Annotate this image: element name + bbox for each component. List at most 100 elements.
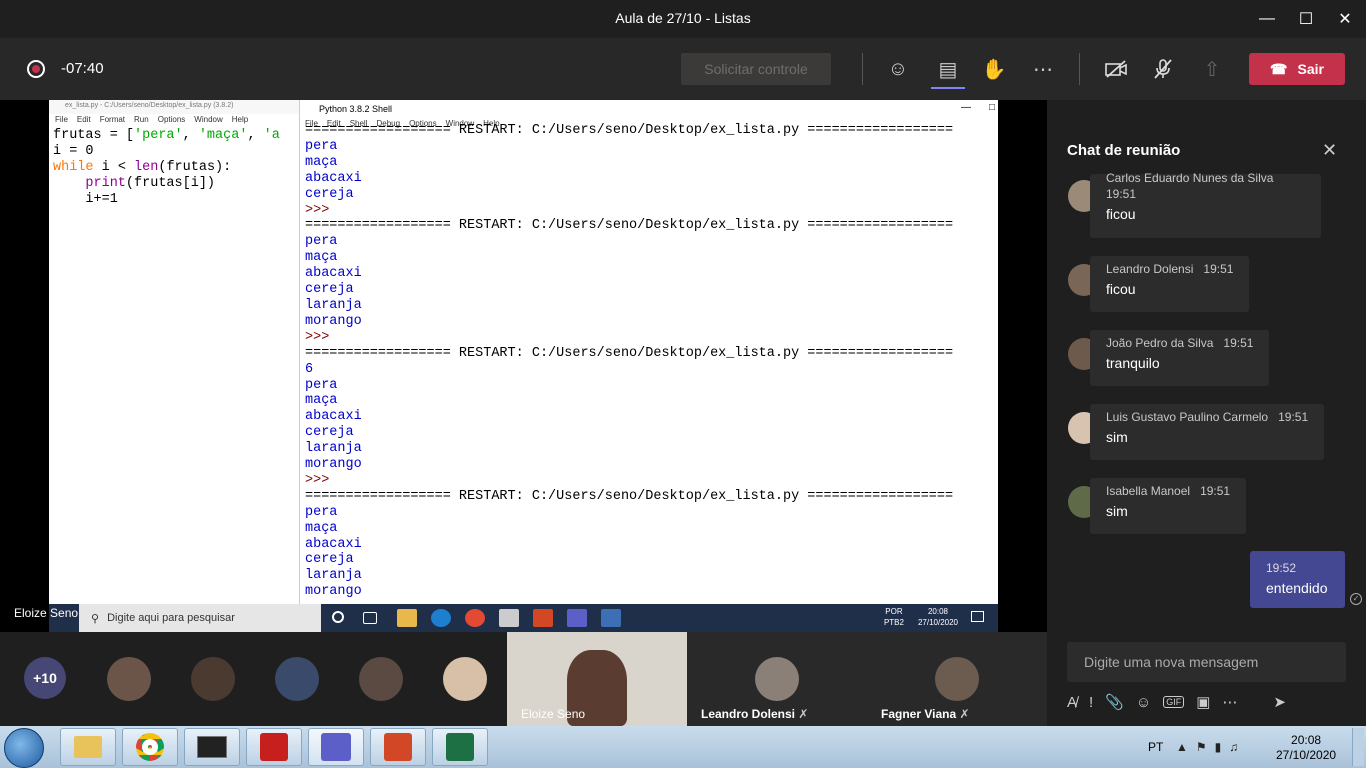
taskbar-cmd-button[interactable] [184, 728, 240, 766]
taskbar-acrobat-button[interactable] [246, 728, 302, 766]
participant-avatar[interactable] [275, 657, 319, 701]
participants-icon[interactable]: ☺ [883, 55, 913, 83]
chat-message: Isabella Manoel 19:51 sim [1090, 478, 1247, 534]
output-line: maça [305, 250, 338, 266]
taskbar-clock[interactable]: 20:08 27/10/2020 [1276, 733, 1336, 763]
important-icon[interactable]: ! [1089, 694, 1093, 711]
teams-icon[interactable] [567, 609, 587, 627]
request-control-button[interactable]: Solicitar controle [681, 53, 831, 85]
title-bar: Aula de 27/10 - Listas — ☐ ✕ [0, 0, 1366, 38]
shell-output[interactable]: ================== RESTART: C:/Users/sen… [301, 123, 998, 600]
editor-menu-run[interactable]: Run [134, 115, 149, 127]
output-line: maça [305, 520, 338, 536]
powerpoint-icon[interactable] [533, 609, 553, 627]
clock-time: 20:08 [1291, 733, 1322, 747]
editor-menu-window[interactable]: Window [194, 115, 222, 127]
more-participants-badge[interactable]: +10 [24, 657, 66, 699]
attach-icon[interactable]: 📎 [1105, 693, 1124, 711]
volume-icon[interactable]: ♫ [1229, 740, 1238, 754]
participant-avatar[interactable] [359, 657, 403, 701]
sticker-icon[interactable]: ▣ [1196, 693, 1210, 711]
powerpoint-icon [384, 733, 412, 761]
shell-minimize-icon[interactable]: — [961, 102, 971, 113]
output-line: cereja [305, 552, 354, 568]
taskbar-explorer-button[interactable] [60, 728, 116, 766]
edge-icon[interactable] [431, 609, 451, 627]
message-author: Isabella Manoel [1106, 484, 1191, 498]
shared-search-box[interactable]: ⚲ Digite aqui para pesquisar [79, 604, 321, 632]
camera-off-icon[interactable] [1101, 55, 1131, 83]
taskbar-powerpoint-button[interactable] [370, 728, 426, 766]
message-time: 19:51 [1200, 484, 1231, 498]
compose-message-input[interactable]: Digite uma nova mensagem [1067, 642, 1346, 682]
chat-panel: Chat de reunião ✕ Carlos Eduardo Nunes d… [1047, 100, 1366, 726]
send-icon[interactable]: ➤ [1273, 693, 1286, 711]
mic-off-icon[interactable] [1148, 55, 1178, 83]
emoji-icon[interactable]: ☺ [1136, 694, 1151, 711]
more-options-icon[interactable]: ⋯ [1028, 55, 1058, 83]
chat-message: João Pedro da Silva 19:51 tranquilo [1090, 330, 1270, 386]
search-placeholder: Digite aqui para pesquisar [107, 612, 235, 624]
idle-editor-window: ex_lista.py - C:/Users/seno/Desktop/ex_l… [49, 100, 300, 604]
message-author: Carlos Eduardo Nunes da Silva [1106, 171, 1274, 185]
network-icon[interactable]: ▮ [1215, 740, 1222, 754]
folder-icon [74, 736, 102, 758]
chrome-icon[interactable] [465, 609, 485, 627]
editor-menu-format[interactable]: Format [100, 115, 125, 127]
seen-check-icon: ✓ [1350, 593, 1362, 605]
file-explorer-icon[interactable] [397, 609, 417, 627]
show-hidden-icons-icon[interactable]: ▲ [1176, 740, 1188, 754]
participant-avatar[interactable] [107, 657, 151, 701]
participant-avatar[interactable] [443, 657, 487, 701]
editor-title: ex_lista.py - C:/Users/seno/Desktop/ex_l… [49, 100, 299, 114]
chat-title: Chat de reunião [1067, 142, 1181, 159]
more-compose-icon[interactable]: ⋯ [1222, 693, 1237, 711]
avatar [935, 657, 979, 701]
close-chat-icon[interactable]: ✕ [1322, 140, 1337, 161]
code-editor[interactable]: frutas = ['pera', 'maça', 'a i = 0 while… [49, 128, 299, 208]
cortana-icon[interactable] [332, 611, 344, 623]
message-time: 19:52 [1266, 561, 1297, 575]
message-author: Leandro Dolensi [1106, 262, 1194, 276]
close-icon[interactable]: ✕ [1322, 0, 1366, 38]
leave-button[interactable]: ☎ Sair [1249, 53, 1345, 85]
chat-icon[interactable]: ▤ [933, 55, 963, 83]
shell-maximize-icon[interactable]: □ [989, 102, 995, 113]
terminal-icon [197, 736, 227, 758]
editor-menubar: File Edit Format Run Options Window Help [49, 114, 299, 128]
output-line: abacaxi [305, 409, 362, 425]
output-line: abacaxi [305, 536, 362, 552]
hang-up-icon: ☎ [1270, 60, 1288, 77]
idle-icon[interactable] [601, 609, 621, 627]
flag-icon[interactable]: ⚑ [1196, 740, 1207, 754]
taskbar-teams-button[interactable] [308, 728, 364, 766]
format-icon[interactable]: A̸ [1067, 694, 1077, 711]
editor-menu-options[interactable]: Options [158, 115, 186, 127]
output-line: cereja [305, 425, 354, 441]
meeting-timer: -07:40 [61, 60, 104, 77]
gif-icon[interactable]: GIF [1163, 696, 1185, 708]
message-text: ficou [1106, 281, 1136, 297]
task-view-icon[interactable] [363, 612, 377, 624]
my-chat-message: 19:52 entendido [1250, 551, 1345, 608]
taskbar-chrome-button[interactable] [122, 728, 178, 766]
participant-tile[interactable]: Fagner Viana ✗ [867, 632, 1047, 726]
taskbar-excel-button[interactable] [432, 728, 488, 766]
editor-menu-help[interactable]: Help [232, 115, 248, 127]
editor-menu-file[interactable]: File [55, 115, 68, 127]
start-button[interactable] [4, 728, 44, 768]
leave-label: Sair [1297, 61, 1324, 77]
language-indicator[interactable]: PT [1148, 740, 1163, 754]
participant-video-tile[interactable]: Eloize Seno [507, 632, 687, 726]
show-desktop-button[interactable] [1352, 728, 1364, 766]
notifications-icon[interactable] [971, 611, 984, 622]
store-icon[interactable] [499, 609, 519, 627]
participant-avatar[interactable] [191, 657, 235, 701]
raise-hand-icon[interactable]: ✋ [979, 55, 1009, 83]
shared-taskbar: ⚲ Digite aqui para pesquisar POR PTB2 20… [49, 604, 998, 632]
acrobat-icon [260, 733, 288, 761]
participant-tile[interactable]: Leandro Dolensi ✗ [687, 632, 867, 726]
editor-menu-edit[interactable]: Edit [77, 115, 91, 127]
shared-tray: POR PTB2 20:08 27/10/2020 [884, 606, 958, 628]
share-screen-icon[interactable]: ⇧ [1197, 55, 1227, 83]
